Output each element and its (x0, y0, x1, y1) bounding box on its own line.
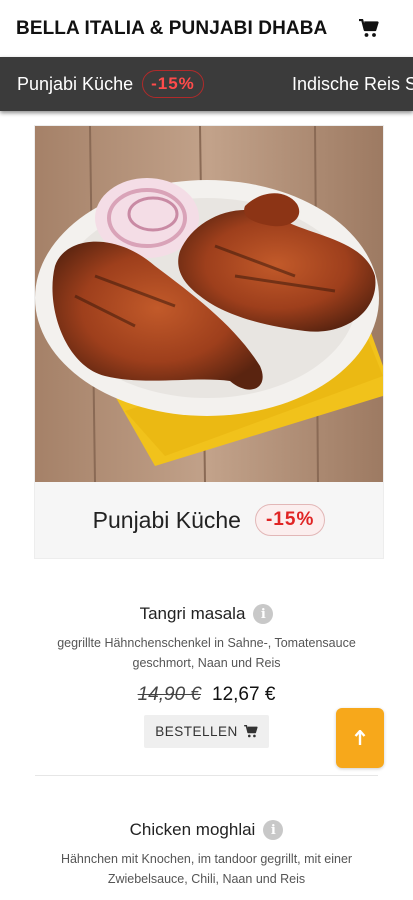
info-icon[interactable]: i (263, 820, 284, 840)
hero-caption: Punjabi Küche -15% (35, 482, 383, 558)
arrow-up-icon (354, 730, 366, 745)
new-price: 12,67 € (212, 684, 276, 705)
cart-icon (243, 725, 258, 738)
top-header: BELLA ITALIA & PUNJABI DHABA (0, 0, 413, 57)
cart-icon (359, 18, 379, 37)
item-name: Chicken moghlai (129, 820, 256, 839)
old-price: 14,90 € (137, 684, 201, 705)
category-label: Punjabi Küche (17, 73, 134, 94)
cart-button[interactable] (357, 16, 381, 40)
item-divider (35, 775, 378, 776)
category-tab-punjabi-kueche[interactable]: Punjabi Küche -15% (17, 57, 204, 111)
item-description: Hähnchen mit Knochen, im tandoor gegrill… (60, 852, 353, 886)
item-description: gegrillte Hähnchenschenkel in Sahne-, To… (57, 636, 356, 670)
category-title: Punjabi Küche (92, 506, 241, 533)
scroll-to-top-button[interactable] (336, 708, 384, 768)
category-label: Indische Reis S (292, 73, 413, 94)
category-bar: Punjabi Küche -15% Indische Reis S (0, 57, 413, 111)
item-name: Tangri masala (139, 604, 246, 623)
order-button[interactable]: BESTELLEN (144, 715, 269, 748)
info-icon[interactable]: i (253, 604, 274, 624)
category-hero-card: Punjabi Küche -15% (35, 126, 383, 558)
discount-badge: -15% (254, 504, 326, 536)
tandoori-chicken-image (35, 126, 383, 482)
restaurant-name[interactable]: BELLA ITALIA & PUNJABI DHABA (16, 18, 327, 40)
menu-item: Chicken moghlai i Hähnchen mit Knochen, … (20, 820, 393, 889)
price-row: 14,90 € 12,67 € (20, 684, 393, 706)
discount-badge: -15% (142, 70, 204, 98)
category-tab-indische-reis[interactable]: Indische Reis S (292, 57, 413, 111)
order-button-label: BESTELLEN (155, 724, 238, 739)
